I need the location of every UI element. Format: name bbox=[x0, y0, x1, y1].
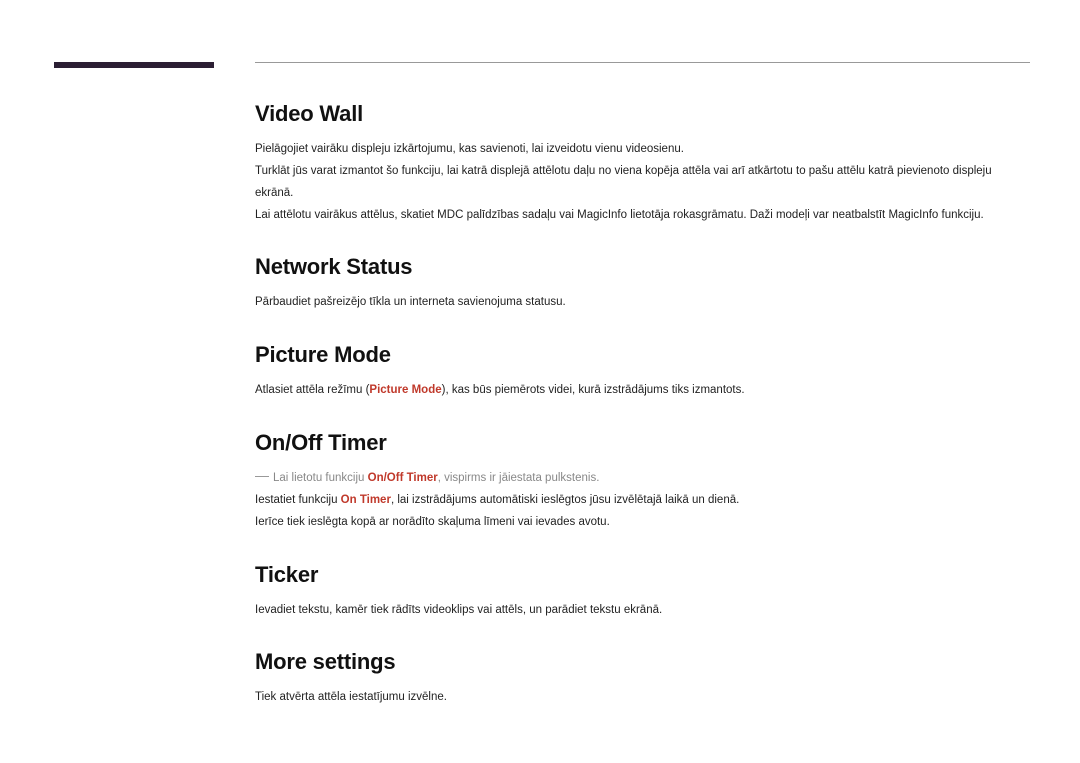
paragraph: Ierīce tiek ieslēgta kopā ar norādīto sk… bbox=[255, 512, 1030, 534]
paragraph: Pielāgojiet vairāku displeju izkārtojumu… bbox=[255, 139, 1030, 161]
paragraph: Ievadiet tekstu, kamēr tiek rādīts video… bbox=[255, 600, 1030, 622]
section-on-off-timer: On/Off Timer Lai lietotu funkciju On/Off… bbox=[255, 430, 1030, 534]
text: ), kas būs piemērots videi, kurā izstrād… bbox=[442, 384, 745, 396]
section-network-status: Network Status Pārbaudiet pašreizējo tīk… bbox=[255, 254, 1030, 314]
sidebar-marker bbox=[54, 62, 214, 68]
heading-network-status: Network Status bbox=[255, 254, 1030, 280]
text: Iestatiet funkciju bbox=[255, 494, 341, 506]
highlight-on-timer: On Timer bbox=[341, 494, 391, 506]
text: Lai lietotu funkciju bbox=[273, 472, 368, 484]
text: Atlasiet attēla režīmu ( bbox=[255, 384, 369, 396]
heading-picture-mode: Picture Mode bbox=[255, 342, 1030, 368]
page: { "sections": { "videoWall": { "heading"… bbox=[0, 0, 1080, 763]
paragraph: Tiek atvērta attēla iestatījumu izvēlne. bbox=[255, 687, 1030, 709]
section-picture-mode: Picture Mode Atlasiet attēla režīmu (Pic… bbox=[255, 342, 1030, 402]
note-line: Lai lietotu funkciju On/Off Timer, vispi… bbox=[255, 468, 1030, 490]
paragraph: Iestatiet funkciju On Timer, lai izstrād… bbox=[255, 490, 1030, 512]
highlight-picture-mode: Picture Mode bbox=[369, 384, 441, 396]
heading-more-settings: More settings bbox=[255, 649, 1030, 675]
heading-ticker: Ticker bbox=[255, 562, 1030, 588]
section-ticker: Ticker Ievadiet tekstu, kamēr tiek rādīt… bbox=[255, 562, 1030, 622]
section-video-wall: Video Wall Pielāgojiet vairāku displeju … bbox=[255, 101, 1030, 226]
note-dash-icon bbox=[255, 476, 269, 477]
paragraph: Pārbaudiet pašreizējo tīkla un interneta… bbox=[255, 292, 1030, 314]
paragraph: Turklāt jūs varat izmantot šo funkciju, … bbox=[255, 161, 1030, 205]
paragraph: Atlasiet attēla režīmu (Picture Mode), k… bbox=[255, 380, 1030, 402]
heading-video-wall: Video Wall bbox=[255, 101, 1030, 127]
text: , lai izstrādājums automātiski ieslēgtos… bbox=[391, 494, 739, 506]
content-column: Video Wall Pielāgojiet vairāku displeju … bbox=[255, 62, 1030, 737]
paragraph: Lai attēlotu vairākus attēlus, skatiet M… bbox=[255, 205, 1030, 227]
highlight-on-off-timer: On/Off Timer bbox=[368, 472, 438, 484]
text: , vispirms ir jāiestata pulkstenis. bbox=[438, 472, 600, 484]
heading-on-off-timer: On/Off Timer bbox=[255, 430, 1030, 456]
section-more-settings: More settings Tiek atvērta attēla iestat… bbox=[255, 649, 1030, 709]
